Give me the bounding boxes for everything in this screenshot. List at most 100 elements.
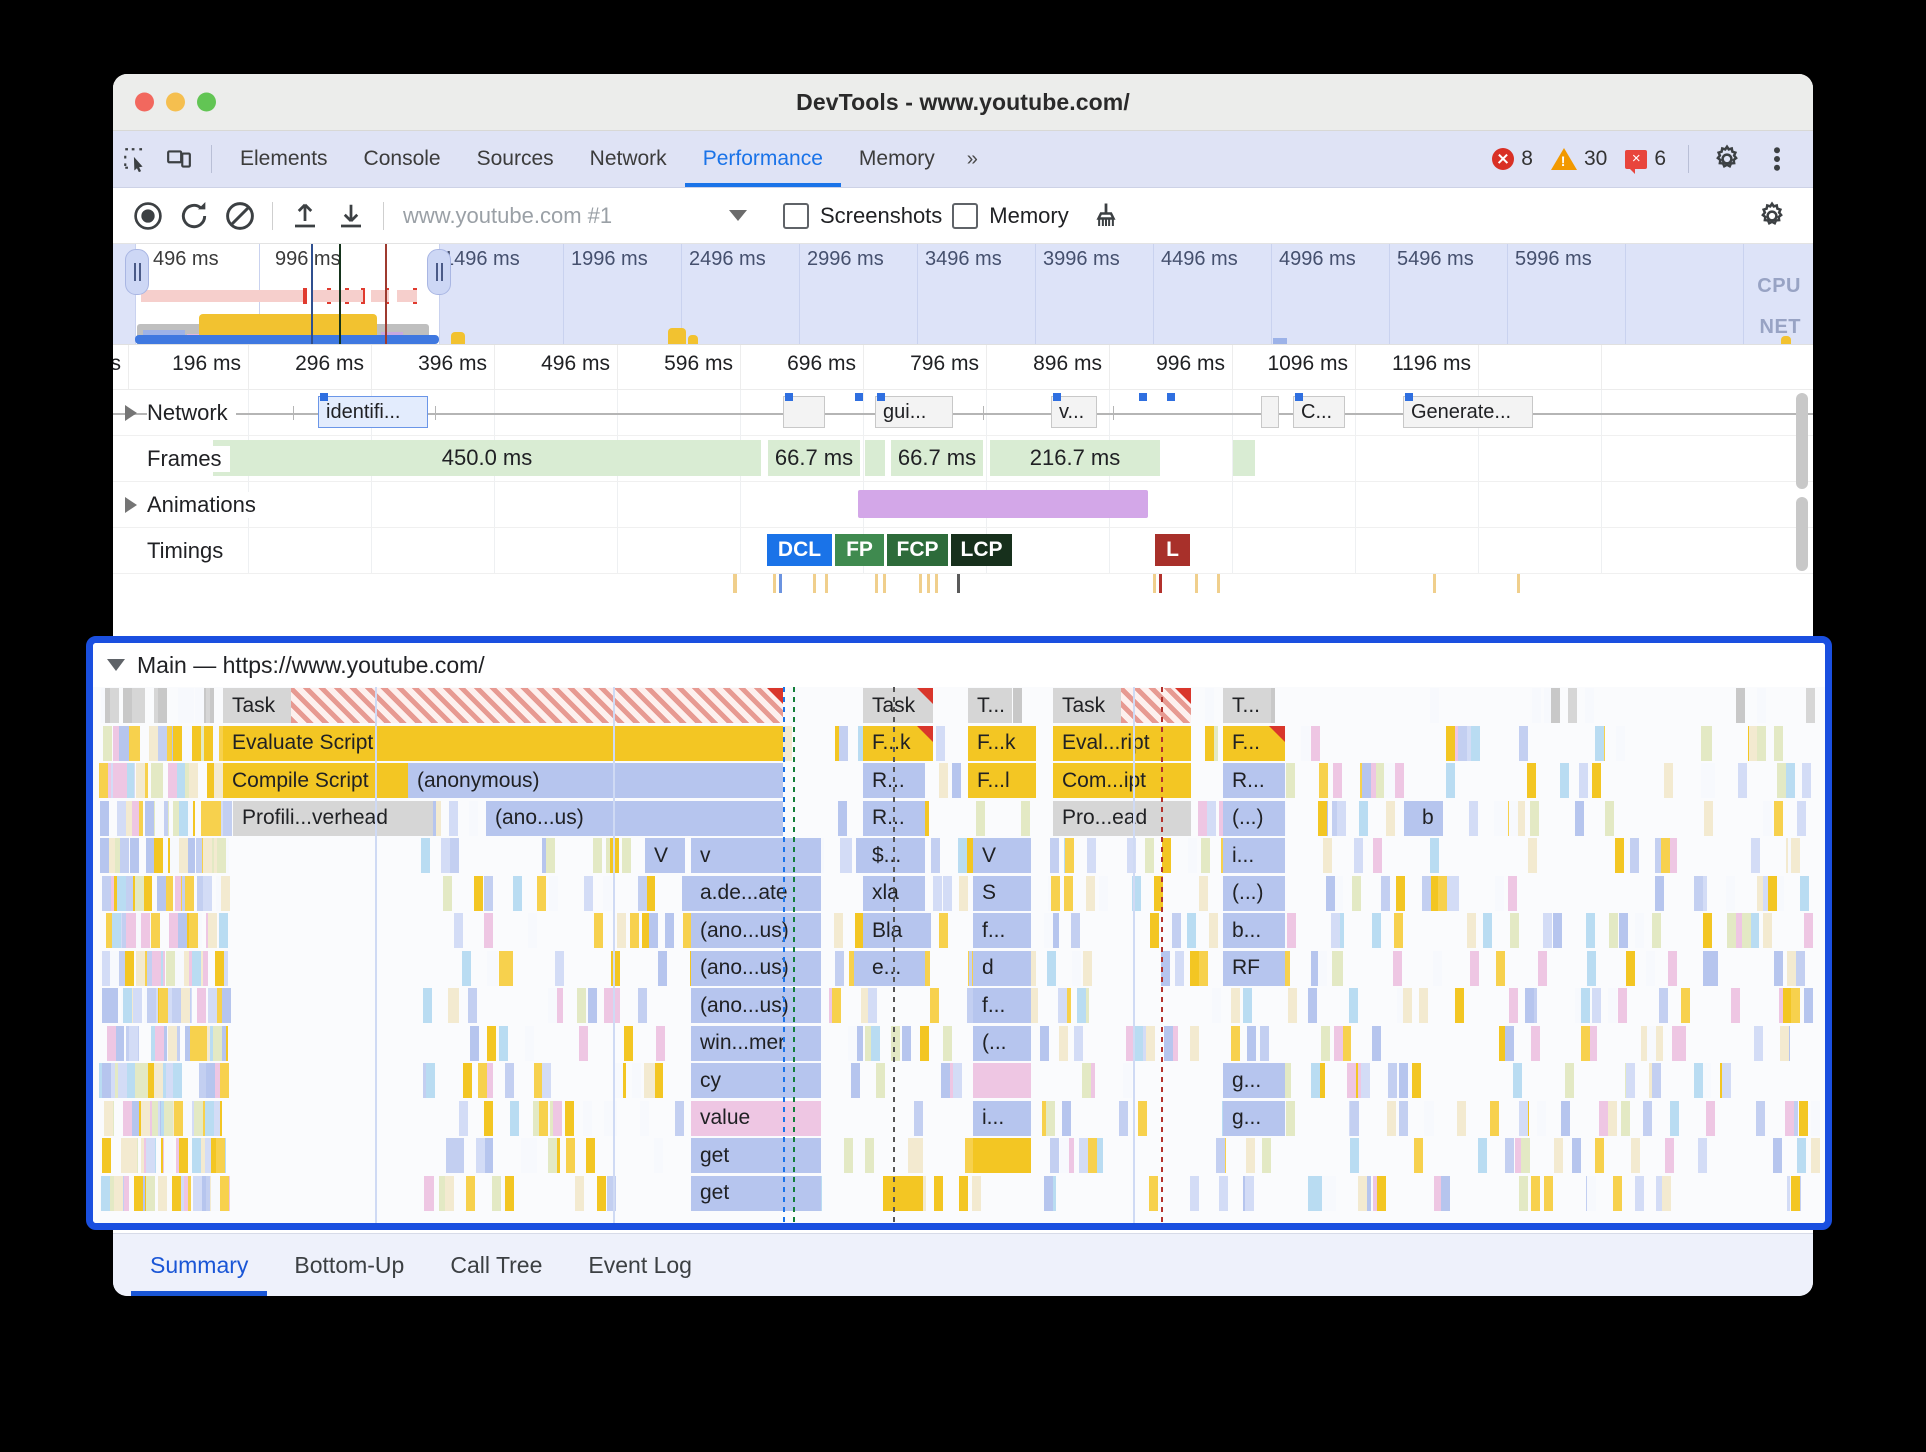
flame-bar-sliver[interactable] xyxy=(1341,1025,1351,1061)
flame-bar-sliver[interactable] xyxy=(1119,1100,1129,1136)
flame-bar-sliver[interactable] xyxy=(658,950,667,986)
flame-bar-sliver[interactable] xyxy=(876,1063,886,1098)
flame-bar-sliver[interactable] xyxy=(1349,1100,1359,1136)
flame-bar-sliver[interactable] xyxy=(1187,838,1197,873)
upload-profile-icon[interactable] xyxy=(282,195,328,237)
flame-bar-sliver[interactable] xyxy=(126,913,136,948)
error-count-badge[interactable]: 8 xyxy=(1486,147,1539,171)
flame-bar-sliver[interactable] xyxy=(952,763,962,798)
flame-bar-sliver[interactable] xyxy=(932,875,942,911)
flame-bar-sliver[interactable] xyxy=(207,988,217,1023)
flame-bar-sliver[interactable] xyxy=(594,913,604,948)
flame-bar[interactable]: Compile Script xyxy=(223,763,408,798)
flame-bar-sliver[interactable] xyxy=(221,988,231,1023)
flame-bar[interactable]: S xyxy=(973,875,1031,911)
flame-bar-sliver[interactable] xyxy=(630,913,640,948)
tab-event-log[interactable]: Event Log xyxy=(569,1234,711,1296)
flame-bar-sliver[interactable] xyxy=(1231,1025,1241,1061)
flame-bar-sliver[interactable] xyxy=(1805,688,1815,723)
flame-bar-sliver[interactable] xyxy=(1395,763,1405,798)
flame-bar-sliver[interactable] xyxy=(219,1063,229,1098)
flame-bar-sliver[interactable] xyxy=(1375,763,1385,798)
flame-bar-sliver[interactable] xyxy=(1478,1138,1488,1173)
flame-bar-sliver[interactable] xyxy=(1440,1175,1450,1211)
flame-bar-sliver[interactable] xyxy=(1786,763,1795,798)
flame-bar-sliver[interactable] xyxy=(198,1025,208,1061)
flame-bar-sliver[interactable] xyxy=(1773,1138,1783,1173)
flame-bar-sliver[interactable] xyxy=(1469,800,1479,836)
flame-bar-sliver[interactable] xyxy=(130,725,140,761)
flame-bar-sliver[interactable] xyxy=(1285,763,1295,798)
flame-bar-sliver[interactable] xyxy=(135,763,145,798)
flame-bar-sliver[interactable] xyxy=(145,1138,155,1173)
track-row-frames[interactable]: 450.0 ms 66.7 ms 66.7 ms 216.7 ms Frames xyxy=(113,436,1813,482)
flame-bar-sliver[interactable] xyxy=(445,1138,455,1173)
flame-bar-sliver[interactable] xyxy=(1532,688,1542,723)
flame-bar-sliver[interactable] xyxy=(1756,725,1766,761)
flame-bar-sliver[interactable] xyxy=(101,950,111,986)
issue-count-badge[interactable]: 6 xyxy=(1619,147,1672,174)
flame-bar-sliver[interactable] xyxy=(1663,763,1673,798)
device-toolbar-icon[interactable] xyxy=(157,141,201,177)
flame-bar[interactable]: (... xyxy=(973,1025,1031,1061)
flame-bar-sliver[interactable] xyxy=(848,1025,858,1061)
flame-bar-sliver[interactable] xyxy=(1044,913,1053,948)
flame-bar-sliver[interactable] xyxy=(1320,1025,1330,1061)
flame-bar-sliver[interactable] xyxy=(425,1175,435,1211)
main-flame-chart-highlight[interactable]: Main — https://www.youtube.com/ Task Task… xyxy=(86,636,1832,1230)
flame-bar-sliver[interactable] xyxy=(1071,950,1081,986)
flame-bar-sliver[interactable] xyxy=(1508,800,1518,836)
flame-bar-sliver[interactable] xyxy=(220,875,230,911)
flame-bar-sliver[interactable] xyxy=(1706,1100,1716,1136)
flame-bar-sliver[interactable] xyxy=(220,1175,230,1211)
flame-bar-sliver[interactable] xyxy=(1669,1100,1679,1136)
flame-bar-sliver[interactable] xyxy=(1187,913,1196,948)
flame-bar[interactable]: d xyxy=(973,950,1031,986)
minimize-window-button[interactable] xyxy=(166,92,185,112)
flame-bar[interactable]: Eval...ript xyxy=(1053,725,1191,761)
flame-bar-sliver[interactable] xyxy=(442,875,452,911)
flame-bar-sliver[interactable] xyxy=(1045,1100,1055,1136)
flame-bar-sliver[interactable] xyxy=(150,913,160,948)
flame-bar[interactable]: f... xyxy=(973,988,1031,1023)
flame-bar-sliver[interactable] xyxy=(484,875,494,911)
flame-bar-sliver[interactable] xyxy=(1470,950,1480,986)
flame-bar-sliver[interactable] xyxy=(1659,988,1669,1023)
flame-bar-sliver[interactable] xyxy=(1457,1100,1467,1136)
flame-bar-sliver[interactable] xyxy=(1564,1063,1574,1098)
flame-bar[interactable]: v xyxy=(691,838,821,873)
flame-bar[interactable]: i... xyxy=(973,1100,1031,1136)
flame-bar-sliver[interactable] xyxy=(1560,763,1569,798)
flame-bar-sliver[interactable] xyxy=(1082,950,1092,986)
flame-bar-sliver[interactable] xyxy=(1797,1138,1807,1173)
flame-bar-sliver[interactable] xyxy=(100,838,109,873)
flame-bar-sliver[interactable] xyxy=(1499,800,1509,836)
flame-bar-sliver[interactable] xyxy=(583,1100,592,1136)
flame-bar-sliver[interactable] xyxy=(1359,800,1369,836)
flame-bar-sliver[interactable] xyxy=(1594,1138,1604,1173)
flame-bar[interactable]: b xyxy=(1413,800,1443,836)
flame-bar-sliver[interactable] xyxy=(1394,913,1404,948)
flame-bar-sliver[interactable] xyxy=(549,875,559,911)
flame-bar-sliver[interactable] xyxy=(1803,988,1813,1023)
flame-bar-sliver[interactable] xyxy=(1796,800,1806,836)
flame-bar-sliver[interactable] xyxy=(468,800,478,836)
flame-bar-sliver[interactable] xyxy=(1318,950,1328,986)
flame-bar[interactable]: win...mer xyxy=(691,1025,821,1061)
flame-bar-sliver[interactable] xyxy=(1634,913,1644,948)
flame-bar-sliver[interactable] xyxy=(1634,1175,1644,1211)
flame-bar-sliver[interactable] xyxy=(835,950,845,986)
flame-bar-sliver[interactable] xyxy=(1561,1100,1571,1136)
flame-bar[interactable]: (...) xyxy=(1223,800,1285,836)
flame-bar[interactable]: Evaluate Script xyxy=(223,725,783,761)
flame-bar-sliver[interactable] xyxy=(1061,1100,1071,1136)
flame-bar-sliver[interactable] xyxy=(1567,688,1577,723)
flame-bar-sliver[interactable] xyxy=(933,1175,943,1211)
flame-bar-sliver[interactable] xyxy=(1334,1025,1344,1061)
timing-marker-lcp[interactable]: LCP xyxy=(951,534,1013,566)
flame-bar-sliver[interactable] xyxy=(423,988,433,1023)
timing-marker-fp[interactable]: FP xyxy=(835,534,885,566)
flame-bar-sliver[interactable] xyxy=(1467,913,1477,948)
tab-performance[interactable]: Performance xyxy=(685,131,841,187)
flame-bar-sliver[interactable] xyxy=(126,1063,136,1098)
